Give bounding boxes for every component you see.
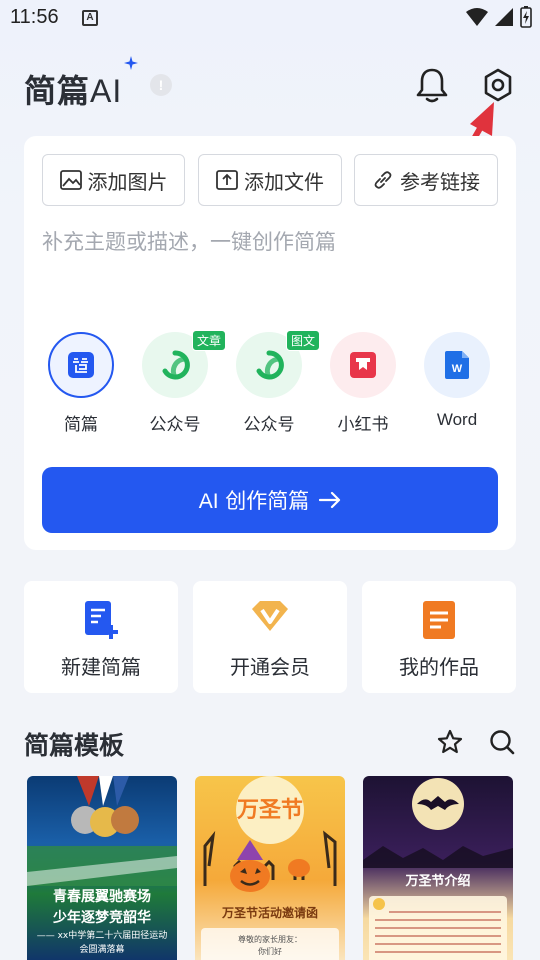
format-wechat-article-label: 公众号: [149, 415, 201, 435]
template-1-line4: 会圆满落幕: [79, 945, 125, 955]
upload-file-icon: [216, 170, 238, 190]
app-logo: 简篇AI: [24, 66, 122, 112]
create-button-label: 创作简篇: [225, 489, 310, 513]
template-3-title: 万圣节介绍: [405, 874, 471, 889]
format-word[interactable]: W Word: [422, 332, 492, 430]
signal-icon: [495, 8, 513, 26]
arrow-right-icon: [319, 491, 341, 509]
open-vip-button[interactable]: 开通会员: [193, 581, 347, 693]
template-2-greeting: 尊敬的家长朋友：: [238, 935, 302, 944]
my-works-label: 我的作品: [399, 655, 479, 679]
open-vip-label: 开通会员: [230, 655, 310, 679]
format-jianpian[interactable]: 简篇: [46, 332, 116, 435]
format-word-label: Word: [436, 410, 478, 429]
battery-icon: [520, 6, 532, 28]
halloween-moon-illustration: [363, 778, 513, 960]
ai-create-button[interactable]: AI 创作简篇: [42, 467, 498, 533]
template-1-line2: 少年逐梦竞韶华: [53, 910, 151, 926]
wifi-icon: [466, 8, 488, 26]
wechat-official-icon: [162, 350, 190, 380]
templates-title: 简篇模板: [24, 731, 125, 760]
reference-link-button[interactable]: 参考链接: [354, 154, 498, 206]
format-wechat-graphic-circle: 图文: [236, 330, 320, 398]
template-1-line1: 青春展翼驰赛场: [53, 889, 151, 905]
my-works-icon: [423, 601, 455, 639]
new-doc-icon: [85, 601, 118, 639]
template-card-halloween-intro[interactable]: 万圣节介绍: [363, 776, 513, 960]
add-image-button[interactable]: 添加图片: [42, 154, 185, 206]
format-wechat-graphic-label: 公众号: [243, 415, 295, 435]
add-image-label: 添加图片: [87, 169, 168, 194]
xiaohongshu-icon: [350, 352, 376, 378]
new-jianpian-label: 新建简篇: [61, 655, 141, 679]
create-button-ai: AI: [198, 490, 219, 513]
prompt-input[interactable]: 补充主题或描述，一键创作简篇: [42, 226, 336, 256]
word-icon: W: [445, 351, 469, 379]
template-2-greeting2: 你们好: [258, 947, 282, 956]
template-2-title: 万圣节: [236, 798, 303, 823]
create-card: 添加图片 添加文件 参考链接 补充主题或描述，一键创作简篇 简篇 文章 公众号 …: [24, 136, 516, 550]
template-card-sports[interactable]: 青春展翼驰赛场 少年逐梦竞韶华 —— xx中学第二十六届田径运动 会圆满落幕: [27, 776, 177, 960]
format-tag-graphic: 图文: [285, 330, 320, 351]
template-card-halloween-invite[interactable]: 万圣节 万圣节活动邀请函 尊敬的家长朋友： 你们好: [195, 776, 345, 960]
format-wechat-article[interactable]: 文章 公众号: [140, 330, 226, 435]
vip-icon: [252, 601, 288, 631]
format-wechat-article-circle: 文章: [142, 330, 226, 398]
new-jianpian-button[interactable]: 新建简篇: [24, 581, 178, 693]
image-icon: [59, 170, 82, 190]
star-icon: [437, 729, 463, 754]
search-icon: [490, 730, 515, 755]
format-xiaohongshu-label: 小红书: [337, 415, 389, 435]
template-2-subtitle: 万圣节活动邀请函: [221, 906, 318, 920]
format-jianpian-circle: [48, 332, 114, 398]
my-works-button[interactable]: 我的作品: [362, 581, 516, 693]
format-word-circle: W: [424, 332, 490, 398]
link-icon: [374, 171, 392, 189]
format-jianpian-label: 简篇: [64, 415, 98, 435]
add-file-label: 添加文件: [244, 169, 324, 194]
notification-icon: A: [82, 10, 98, 26]
add-file-button[interactable]: 添加文件: [198, 154, 342, 206]
wechat-official-icon: [256, 350, 284, 380]
status-time: 11:56: [10, 6, 59, 28]
sparkle-icon: [124, 56, 138, 70]
reference-link-label: 参考链接: [400, 169, 480, 194]
search-button[interactable]: [488, 728, 516, 756]
format-xiaohongshu[interactable]: 小红书: [328, 332, 398, 435]
format-xiaohongshu-circle: [330, 332, 396, 398]
jianpian-icon: [68, 352, 94, 378]
info-badge[interactable]: !: [150, 74, 172, 96]
format-wechat-graphic[interactable]: 图文 公众号: [234, 330, 320, 435]
logo-ai: AI: [90, 73, 123, 109]
svg-text:W: W: [452, 363, 463, 375]
favorites-button[interactable]: [436, 728, 464, 756]
medals-illustration: [27, 776, 177, 886]
status-bar: 11:56 A: [0, 0, 540, 38]
status-icons: [466, 6, 532, 28]
template-1-line3: —— xx中学第二十六届田径运动: [36, 931, 168, 941]
logo-text: 简篇: [24, 72, 91, 110]
format-tag-article: 文章: [191, 330, 226, 351]
